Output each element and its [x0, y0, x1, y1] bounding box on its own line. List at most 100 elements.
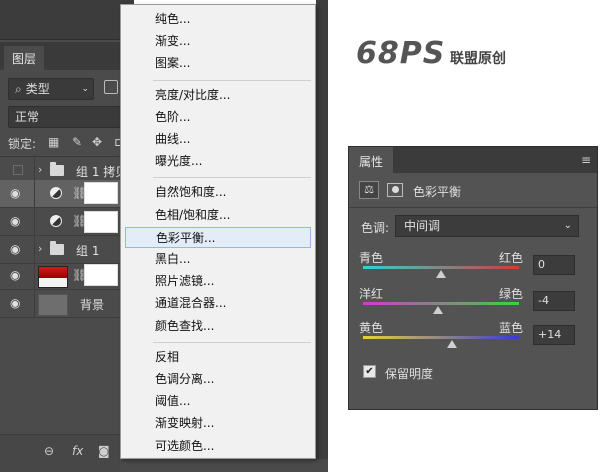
folder-icon [50, 162, 64, 176]
adjustment-title: 色彩平衡 [413, 185, 462, 199]
layer-name: 组 1 [76, 244, 100, 258]
menu-item[interactable]: 黑白... [125, 249, 311, 270]
visibility-off-box[interactable] [13, 165, 23, 175]
menu-separator [153, 79, 311, 81]
slider-track[interactable] [363, 302, 519, 305]
adjustment-icon [50, 187, 62, 199]
slider-value-field[interactable]: 0 [533, 255, 575, 275]
panel-top-strip [0, 0, 134, 40]
layer-row[interactable]: ◉ 背景 [0, 290, 134, 318]
slider-right-label: 绿色 [499, 287, 524, 301]
folder-icon [50, 241, 64, 255]
lock-brush-icon[interactable]: ✎ [72, 135, 82, 149]
eye-icon[interactable]: ◉ [10, 268, 26, 282]
eye-icon[interactable]: ◉ [10, 296, 26, 310]
menu-item[interactable]: 颜色查找... [125, 316, 311, 337]
slider-left-label: 黄色 [359, 321, 384, 335]
eye-icon[interactable]: ◉ [10, 242, 26, 256]
menu-item[interactable]: 色相/饱和度... [125, 205, 311, 226]
menu-item[interactable]: 通道混合器... [125, 293, 311, 314]
menu-item[interactable]: 曲线... [125, 129, 311, 150]
tone-dropdown[interactable]: 中间调 ⌄ [395, 215, 579, 237]
kind-filter-value: 类型 [25, 82, 50, 96]
properties-tab[interactable]: 属性 [349, 147, 394, 173]
layers-panel: 图层 ⌕类型 ⌄ 正常 锁定: ▦ ✎ ✥ ⊏ › 组 1 拷贝 ◉ ⛓ ◉ ⛓… [0, 0, 134, 472]
properties-panel: 属性 ≡ ⚖ 色彩平衡 色调: 中间调 ⌄ 青色 红色 0 洋红 绿色 -4 黄色 蓝色 +14… [348, 146, 598, 410]
slider-value-field[interactable]: +14 [533, 325, 575, 345]
lock-row: 锁定: ▦ ✎ ✥ ⊏ [0, 132, 134, 154]
mask-icon[interactable]: ◙ [98, 444, 110, 458]
layer-mask-thumb[interactable] [84, 182, 118, 204]
adjustment-icon [50, 215, 62, 227]
slider-track[interactable] [363, 266, 519, 269]
menu-item[interactable]: 色彩平衡... [125, 226, 311, 248]
layer-row[interactable]: ◉ ⛓ [0, 208, 134, 236]
preserve-luminosity-label: 保留明度 [385, 367, 434, 381]
layers-tab[interactable]: 图层 [4, 46, 45, 70]
properties-header: 属性 ≡ [349, 147, 597, 173]
lock-transparent-icon[interactable]: ▦ [48, 135, 59, 149]
row-separator [34, 236, 35, 263]
divider [349, 207, 597, 208]
expand-arrow-icon[interactable]: › [38, 163, 42, 176]
menu-separator [153, 341, 311, 343]
layer-row-selected[interactable]: ◉ ⛓ [0, 180, 134, 208]
menu-separator [153, 177, 311, 179]
preserve-luminosity-checkbox[interactable]: ✔ [363, 365, 376, 378]
menu-item[interactable]: 纯色... [125, 9, 311, 30]
layer-image-thumb [38, 266, 68, 288]
row-separator [34, 290, 35, 317]
mask-icon[interactable] [387, 183, 403, 197]
slider-handle[interactable] [436, 270, 446, 278]
row-separator [34, 208, 35, 235]
slider-right-label: 蓝色 [499, 321, 524, 335]
slider-right-label: 红色 [499, 251, 524, 265]
layer-row[interactable]: ◉ ⛓ [0, 262, 134, 290]
menu-item[interactable]: 阈值... [125, 391, 311, 412]
layer-mask-thumb[interactable] [84, 264, 118, 286]
layer-row[interactable]: ◉ › 组 1 [0, 236, 134, 264]
layers-tabbar: 图层 [0, 42, 134, 70]
menu-item[interactable]: 图案... [125, 53, 311, 74]
blend-mode-dropdown[interactable]: 正常 [8, 106, 132, 128]
menu-item[interactable]: 渐变映射... [125, 413, 311, 434]
search-icon: ⌕ [15, 82, 22, 96]
layer-mask-thumb[interactable] [84, 211, 118, 233]
background-thumb [38, 294, 68, 316]
kind-filter-dropdown[interactable]: ⌕ 类型 ⌄ [8, 78, 94, 100]
menu-item[interactable]: 色调分离... [125, 369, 311, 390]
lock-move-icon[interactable]: ✥ [92, 135, 102, 149]
image-filter-icon[interactable] [104, 80, 118, 94]
panel-menu-icon[interactable]: ≡ [581, 153, 591, 167]
menu-item[interactable]: 亮度/对比度... [125, 85, 311, 106]
canvas-bottom-edge [120, 459, 328, 472]
eye-icon[interactable]: ◉ [10, 186, 26, 200]
slider-value-field[interactable]: -4 [533, 291, 575, 311]
expand-arrow-icon[interactable]: › [38, 242, 42, 255]
logo-mark: 68PS [356, 36, 446, 71]
menu-item[interactable]: 曝光度... [125, 151, 311, 172]
slider-left-label: 洋红 [359, 287, 384, 301]
layer-name: 背景 [80, 298, 105, 312]
eye-icon[interactable]: ◉ [10, 214, 26, 228]
menu-item[interactable]: 反相 [125, 347, 311, 368]
tone-value: 中间调 [404, 219, 441, 233]
menu-item[interactable]: 色阶... [125, 107, 311, 128]
menu-item[interactable]: 可选颜色... [125, 436, 311, 457]
slider-left-label: 青色 [359, 251, 384, 265]
slider-handle[interactable] [432, 306, 443, 314]
tone-label: 色调: [361, 221, 390, 235]
logo-text: 联盟原创 [450, 51, 506, 67]
chevron-down-icon: ⌄ [563, 220, 572, 231]
menu-item[interactable]: 照片滤镜... [125, 271, 311, 292]
canvas-edge [316, 0, 328, 472]
lock-label: 锁定: [8, 137, 37, 151]
menu-item[interactable]: 自然饱和度... [125, 182, 311, 203]
logo: 68PS 联盟原创 [356, 36, 556, 76]
link-icon[interactable]: ⊖ [44, 444, 54, 458]
row-separator [34, 262, 35, 289]
slider-handle[interactable] [446, 340, 457, 348]
slider-track[interactable] [363, 336, 519, 339]
fx-icon[interactable]: fx [72, 444, 83, 458]
menu-item[interactable]: 渐变... [125, 31, 311, 52]
